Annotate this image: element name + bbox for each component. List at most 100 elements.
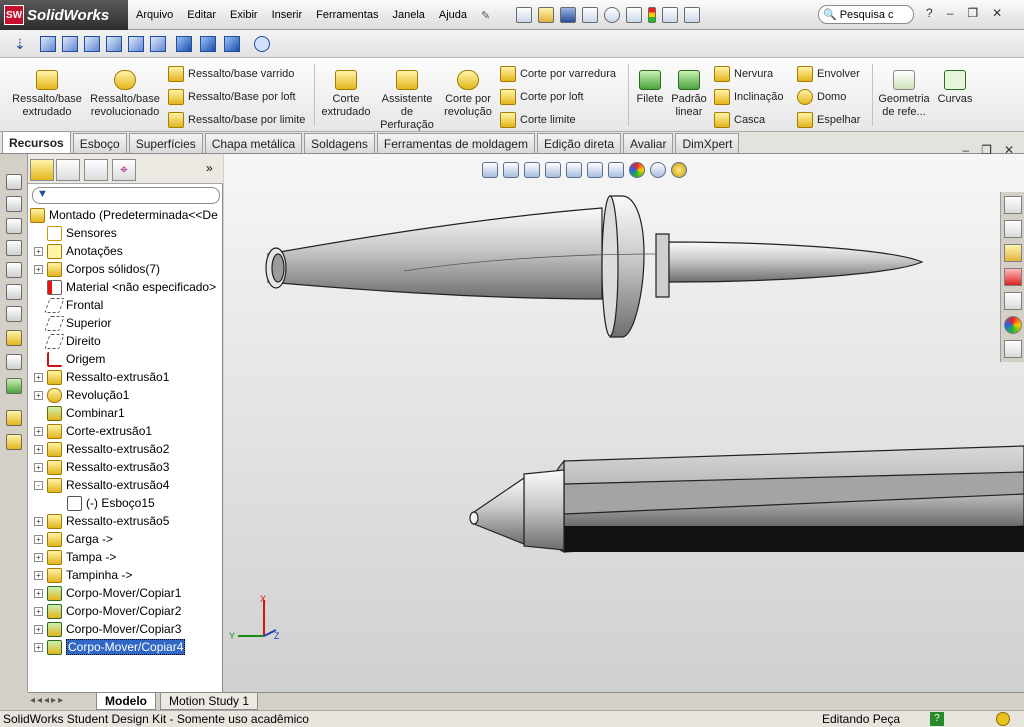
search-input[interactable]: Pesquisa c [840, 9, 894, 21]
menu-exibir[interactable]: Exibir [230, 9, 258, 21]
tree-item[interactable]: + Ressalto-extrusão3 [34, 458, 169, 476]
undo-icon[interactable] [604, 7, 620, 23]
expand-icon[interactable]: + [34, 552, 43, 562]
pin-icon[interactable]: ✎ [481, 9, 490, 22]
box-icon[interactable] [6, 240, 22, 256]
tree-item[interactable]: + Corte-extrusão1 [34, 422, 152, 440]
tree-item[interactable]: + Ressalto-extrusão2 [34, 440, 169, 458]
revolved-cut-button[interactable]: Corte por revolução [438, 70, 498, 119]
tree-item[interactable]: (-) Esboço15 [54, 494, 155, 512]
tab-edicao-direta[interactable]: Edição direta [536, 133, 621, 153]
tree-item[interactable]: + Tampinha -> [34, 566, 132, 584]
box-icon[interactable] [6, 306, 22, 322]
expand-icon[interactable]: + [34, 462, 43, 472]
tree-item[interactable]: - Ressalto-extrusão4 [34, 476, 169, 494]
sketch-icon[interactable] [6, 330, 22, 346]
open-folder-icon[interactable] [538, 7, 554, 23]
revolved-boss-button[interactable]: Ressalto/base revolucionado [86, 70, 164, 119]
curves-button[interactable]: Curvas [934, 70, 976, 106]
lofted-boss-button[interactable]: Ressalto/Base por loft [168, 89, 296, 105]
box-icon[interactable] [6, 196, 22, 212]
configurationmanager-tab-icon[interactable] [84, 159, 108, 181]
tree-item[interactable]: Frontal [34, 296, 103, 314]
tree-item[interactable]: Superior [34, 314, 111, 332]
tree-filter[interactable]: ▼ [32, 187, 220, 204]
box-icon[interactable] [6, 174, 22, 190]
view-bottom-icon[interactable] [150, 36, 166, 52]
tree-item[interactable]: + Corpo-Mover/Copiar2 [34, 602, 181, 620]
tree-item[interactable]: + Ressalto-extrusão1 [34, 368, 169, 386]
view-top-icon[interactable] [128, 36, 144, 52]
view-dimetric-icon[interactable] [224, 36, 240, 52]
appearances-icon[interactable] [1004, 316, 1022, 334]
rebuild-traffic-light-icon[interactable] [648, 7, 656, 23]
view-trimetric-icon[interactable] [200, 36, 216, 52]
tree-item[interactable]: Origem [34, 350, 105, 368]
custom-properties-icon[interactable] [1004, 340, 1022, 358]
expand-icon[interactable]: + [34, 264, 43, 274]
menu-arquivo[interactable]: Arquivo [136, 9, 173, 21]
expand-icon[interactable]: + [34, 372, 43, 382]
smart-icon[interactable] [6, 378, 22, 394]
restore-icon[interactable]: ❐ [967, 6, 978, 20]
view-isometric-icon[interactable] [176, 36, 192, 52]
dome-button[interactable]: Domo [797, 89, 846, 105]
lofted-cut-button[interactable]: Corte por loft [500, 89, 584, 105]
expand-icon[interactable]: + [34, 444, 43, 454]
expand-icon[interactable]: + [34, 642, 43, 652]
tab-recursos[interactable]: Recursos [2, 131, 71, 153]
box-icon[interactable] [6, 262, 22, 278]
feature-icon[interactable] [6, 434, 22, 450]
dimension-icon[interactable] [6, 354, 22, 370]
box-icon[interactable] [6, 218, 22, 234]
options-icon[interactable] [684, 7, 700, 23]
normal-to-icon[interactable]: ⇣ [14, 36, 30, 52]
expand-icon[interactable]: + [34, 606, 43, 616]
hole-wizard-button[interactable]: Assistente de Perfuração [376, 70, 438, 132]
expand-icon[interactable]: + [34, 516, 43, 526]
tab-modelo[interactable]: Modelo [96, 693, 156, 710]
featuremanager-tab-icon[interactable] [30, 159, 54, 181]
view-back-icon[interactable] [62, 36, 78, 52]
shell-button[interactable]: Casca [714, 112, 765, 128]
print-icon[interactable] [582, 7, 598, 23]
sensor-icon[interactable] [254, 36, 270, 52]
extruded-cut-button[interactable]: Corte extrudado [316, 70, 376, 119]
tab-avaliar[interactable]: Avaliar [623, 133, 674, 153]
expand-icon[interactable]: + [34, 390, 43, 400]
tree-item[interactable]: + Corpo-Mover/Copiar1 [34, 584, 181, 602]
extruded-boss-button[interactable]: Ressalto/base extrudado [8, 70, 86, 119]
menu-editar[interactable]: Editar [187, 9, 216, 21]
draft-button[interactable]: Inclinação [714, 89, 784, 105]
graphics-area[interactable]: – ❐ ✕ X Y Z [224, 143, 1024, 692]
menu-janela[interactable]: Janela [392, 9, 424, 21]
design-library-icon[interactable] [1004, 220, 1022, 238]
fillet-button[interactable]: Filete [632, 70, 668, 106]
search-results-icon[interactable] [1004, 268, 1022, 286]
box-icon[interactable] [6, 284, 22, 300]
tree-item[interactable]: Montado (Predeterminada<<De [30, 206, 218, 224]
tree-item[interactable]: Combinar1 [34, 404, 125, 422]
expand-icon[interactable]: + [34, 246, 43, 256]
tree-item[interactable]: + Revolução1 [34, 386, 129, 404]
tree-item[interactable]: + Corpos sólidos(7) [34, 260, 160, 278]
wrap-button[interactable]: Envolver [797, 66, 860, 82]
swept-cut-button[interactable]: Corte por varredura [500, 66, 616, 82]
close-icon[interactable]: ✕ [992, 6, 1002, 20]
menu-ajuda[interactable]: Ajuda [439, 9, 467, 21]
tab-motion-study[interactable]: Motion Study 1 [160, 693, 259, 710]
view-palette-icon[interactable] [1004, 292, 1022, 310]
search-box[interactable]: 🔍 Pesquisa c [818, 5, 914, 24]
boundary-cut-button[interactable]: Corte limite [500, 112, 576, 128]
tab-ferramentas-de-moldagem[interactable]: Ferramentas de moldagem [376, 133, 535, 153]
menu-inserir[interactable]: Inserir [272, 9, 303, 21]
menu-ferramentas[interactable]: Ferramentas [316, 9, 378, 21]
home-icon[interactable] [1004, 196, 1022, 214]
swept-boss-button[interactable]: Ressalto/base varrido [168, 66, 294, 82]
tab-dimxpert[interactable]: DimXpert [675, 133, 740, 153]
model-view[interactable]: X Y Z [224, 154, 1024, 692]
boundary-boss-button[interactable]: Ressalto/base por limite [168, 112, 305, 128]
tree-item[interactable]: + Anotações [34, 242, 123, 260]
help-status-icon[interactable]: ? [930, 712, 944, 726]
mirror-button[interactable]: Espelhar [797, 112, 860, 128]
